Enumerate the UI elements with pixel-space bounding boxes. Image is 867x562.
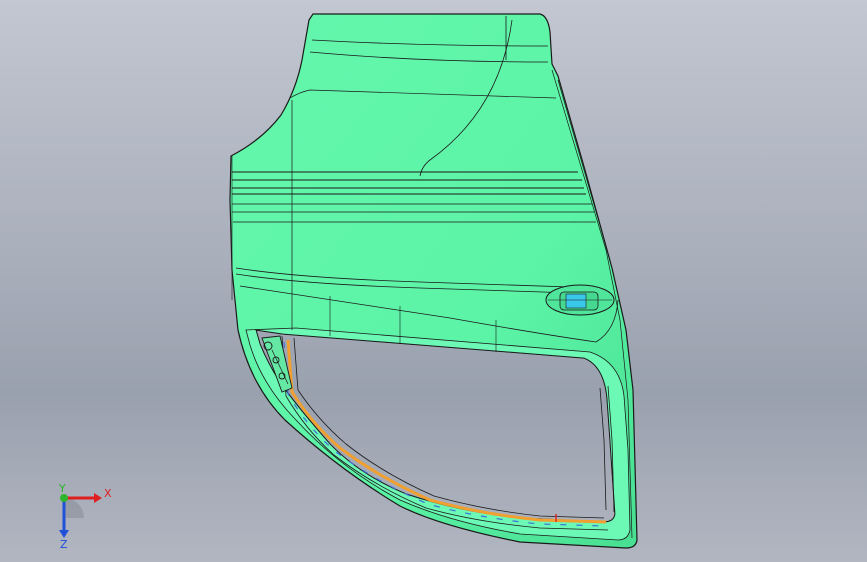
- graphics-viewport[interactable]: X Y Z: [0, 0, 867, 562]
- y-axis-dot: [60, 494, 68, 502]
- x-axis-arrow: [94, 493, 102, 503]
- door-handle-pocket[interactable]: [545, 284, 615, 316]
- window-seal-outline: [281, 335, 609, 531]
- triad-plane-shading: [64, 498, 84, 518]
- window-seal-strip: [286, 339, 607, 524]
- z-axis-arrow: [59, 530, 69, 538]
- orientation-triad: X Y Z: [58, 482, 112, 550]
- x-axis-label: X: [104, 487, 112, 500]
- door-panel-model[interactable]: [0, 0, 867, 562]
- y-axis-label: Y: [58, 482, 66, 495]
- z-axis-label: Z: [60, 538, 68, 550]
